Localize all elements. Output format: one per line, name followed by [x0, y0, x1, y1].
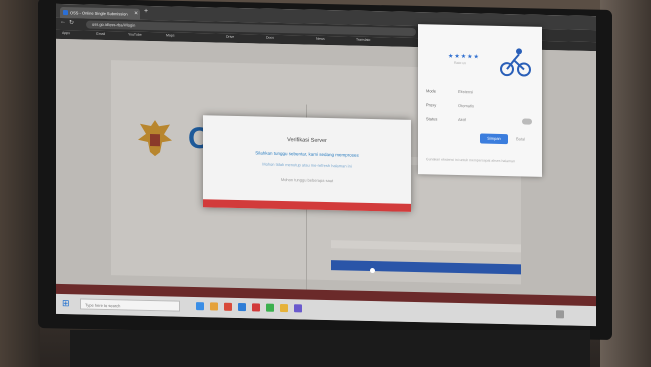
popup-row-label: Mode — [426, 88, 437, 94]
popup-row-value[interactable]: Aktif — [458, 117, 466, 122]
popup-row-label: Status — [426, 116, 438, 122]
bookmark-item[interactable]: Translate — [356, 38, 370, 42]
back-icon[interactable]: ← — [60, 19, 66, 25]
popup-footer-text: Gunakan ekstensi ini untuk mempercepat a… — [426, 157, 515, 164]
modal-message: Silahkan tunggu sebentar, kami sedang me… — [255, 150, 359, 158]
popup-row-value[interactable]: Otomatis — [458, 103, 474, 108]
extension-popup: ★★★★★ Rate us Mode Ekstensi Proxy Otomat… — [418, 24, 542, 177]
modal-title: Verifikasi Server — [287, 137, 327, 145]
reload-icon[interactable]: ↻ — [69, 19, 74, 26]
bookmark-item[interactable]: Maps — [166, 33, 175, 37]
taskbar-app-icon[interactable] — [266, 303, 274, 312]
chrome-icon[interactable] — [224, 302, 232, 311]
windows-start-icon[interactable]: ⊞ — [62, 298, 70, 309]
close-icon[interactable]: ✕ — [134, 9, 138, 20]
bookmark-item[interactable]: Gmail — [96, 32, 105, 36]
cyclist-icon — [500, 48, 531, 77]
notification-icon[interactable] — [556, 310, 564, 319]
toggle-switch[interactable] — [522, 118, 532, 125]
taskbar-app-icon[interactable] — [280, 303, 288, 313]
taskbar-app-icon[interactable] — [196, 302, 204, 311]
popup-row-value[interactable]: Ekstensi — [458, 89, 473, 94]
taskbar-app-icon[interactable] — [252, 303, 260, 312]
rating-stars[interactable]: ★★★★★ — [448, 53, 480, 61]
garuda-emblem-icon — [138, 120, 172, 157]
bookmark-item[interactable]: YouTube — [128, 33, 142, 37]
mouse-cursor — [370, 267, 375, 274]
bookmark-item[interactable]: Drive — [226, 35, 234, 39]
save-button[interactable]: Simpan — [480, 133, 508, 145]
popup-row-label: Proxy — [426, 102, 437, 108]
taskbar-search-input[interactable]: Type here to search — [80, 298, 180, 312]
rating-label: Rate us — [454, 60, 467, 66]
tab-title: OSS - Online Single Submission — [70, 10, 128, 17]
taskbar-app-icon[interactable] — [294, 304, 302, 313]
background-left — [0, 0, 40, 367]
favicon-icon — [63, 10, 68, 16]
folder-icon[interactable] — [210, 302, 218, 311]
bookmark-item[interactable]: Apps — [62, 31, 70, 35]
laptop-base — [70, 330, 590, 367]
bookmark-item[interactable]: News — [316, 37, 325, 41]
taskbar-app-icon[interactable] — [238, 303, 246, 312]
laptop-screen: OSS - Online Single Submission ✕ + ← ↻ o… — [56, 3, 596, 327]
bookmark-item[interactable]: Docs — [266, 36, 274, 40]
verification-modal: Verifikasi Server Silahkan tunggu sebent… — [203, 115, 411, 212]
modal-note: Mohon tunggu beberapa saat — [280, 176, 334, 184]
plus-icon[interactable]: + — [144, 8, 148, 15]
modal-sub-message: Mohon tidak menutup atau me-refresh hala… — [262, 161, 352, 169]
cancel-link[interactable]: Batal — [516, 136, 525, 141]
